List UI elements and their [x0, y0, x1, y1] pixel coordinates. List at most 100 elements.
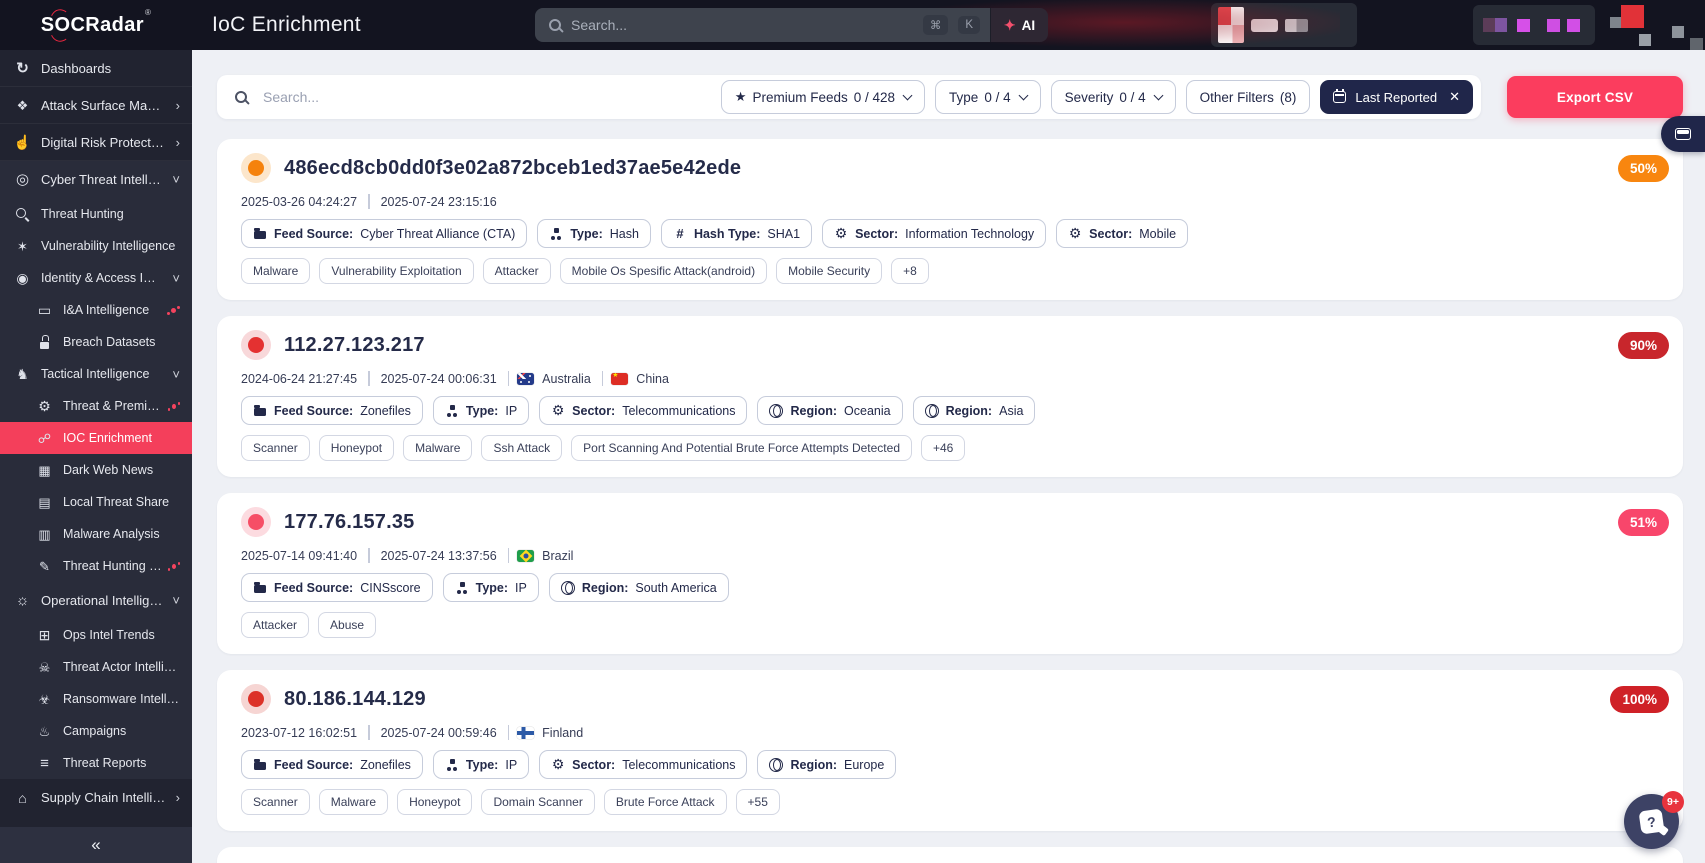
badge-label: Feed Source:	[274, 580, 354, 595]
sidebar-item[interactable]: Identity & Access Intelligence ˅	[0, 262, 192, 294]
dates-row: 2025-07-14 09:41:40 2025-07-24 13:37:56 …	[241, 548, 1659, 563]
sidebar-item[interactable]: Tactical Intelligence ˅	[0, 358, 192, 390]
ioc-card[interactable]: 90% 112.27.123.217 2024-06-24 21:27:45 2…	[217, 316, 1683, 477]
sidebar-item[interactable]: Attack Surface Management ›	[0, 87, 192, 124]
chevron-down-icon	[1018, 90, 1029, 100]
tag-pill[interactable]: Brute Force Attack	[603, 789, 727, 815]
filter-dropdown[interactable]: ★ Premium Feeds 0 / 428	[720, 80, 926, 114]
badge-icon	[253, 758, 267, 772]
ioc-value[interactable]: 112.27.123.217	[284, 334, 425, 357]
sidebar-item-label: Breach Datasets	[63, 335, 156, 349]
ioc-search-input[interactable]: Search...	[263, 89, 319, 105]
sidebar-item-label: Ops Intel Trends	[63, 628, 155, 642]
tag-pill[interactable]: Malware	[318, 789, 389, 815]
ai-label: AI	[1021, 17, 1036, 33]
sidebar-item[interactable]: Dashboards	[0, 50, 192, 87]
tag-pill[interactable]: Scanner	[241, 435, 310, 461]
sidebar-item[interactable]: Threat Hunting Rules	[0, 550, 192, 582]
filter-dropdown[interactable]: Other Filters (8)	[1185, 80, 1311, 114]
sidebar-collapse-button[interactable]: «	[0, 827, 192, 863]
badge-label: Feed Source:	[274, 226, 354, 241]
sidebar-item[interactable]: Ransomware Intelligence	[0, 683, 192, 715]
attribute-badge: Feed Source: Cyber Threat Alliance (CTA)	[241, 219, 528, 248]
attribute-badges: Feed Source: Zonefiles Type: IP Sector: …	[241, 750, 1659, 779]
registered-mark: ®	[144, 7, 152, 17]
tag-pill[interactable]: Attacker	[241, 612, 310, 638]
global-search-input[interactable]: Search... ⌘ K	[535, 8, 990, 42]
tag-pill[interactable]: Malware	[403, 435, 473, 461]
help-button[interactable]: ? 9+	[1624, 791, 1684, 849]
risk-score-badge: 100%	[1610, 686, 1669, 713]
sidebar-item[interactable]: I&A Intelligence	[0, 294, 192, 326]
sidebar-item[interactable]: Ops Intel Trends	[0, 619, 192, 651]
tag-pill[interactable]: Mobile Os Spesific Attack(android)	[559, 258, 768, 284]
sidebar-item-label: Threat Reports	[63, 756, 147, 770]
badge-label: Sector:	[572, 403, 616, 418]
tag-pill[interactable]: Mobile Security	[776, 258, 883, 284]
severity-dot-core	[248, 160, 264, 176]
side-panel-tab[interactable]	[1661, 116, 1705, 152]
sidebar-item[interactable]: Cyber Threat Intelligence ˅	[0, 161, 192, 198]
chevron-icon: ˅	[172, 593, 180, 608]
tag-pill[interactable]: Abuse	[318, 612, 377, 638]
sidebar-item[interactable]: Breach Datasets	[0, 326, 192, 358]
search-icon	[549, 19, 561, 31]
sidebar-item[interactable]: Dark Web News	[0, 454, 192, 486]
sidebar-item[interactable]: Threat & Premium Feeds	[0, 390, 192, 422]
sidebar-item[interactable]: Malware Analysis	[0, 518, 192, 550]
tag-pill[interactable]: Vulnerability Exploitation	[319, 258, 474, 284]
sidebar-item[interactable]: Threat Actor Intelligence	[0, 651, 192, 683]
filter-dropdown[interactable]: Type 0 / 4	[935, 80, 1041, 114]
filter-dropdown[interactable]: Severity 0 / 4	[1050, 80, 1176, 114]
ioc-value[interactable]: 80.186.144.129	[284, 688, 426, 711]
ioc-value[interactable]: 486ecd8cb0dd0f3e02a872bceb1ed37ae5e42ede	[284, 157, 741, 180]
export-csv-button[interactable]: Export CSV	[1507, 76, 1683, 118]
badge-value: Asia	[999, 403, 1024, 418]
sidebar-item[interactable]: Campaigns	[0, 715, 192, 747]
tag-pill[interactable]: Domain Scanner	[481, 789, 595, 815]
ioc-card[interactable]: 50% 486ecd8cb0dd0f3e02a872bceb1ed37ae5e4…	[217, 139, 1683, 300]
sidebar-item[interactable]: Operational Intelligence ˅	[0, 582, 192, 619]
tag-pill[interactable]: Attacker	[482, 258, 551, 284]
ioc-value[interactable]: 177.76.157.35	[284, 511, 415, 534]
country-name: Brazil	[542, 548, 574, 563]
sidebar-item-icon	[14, 60, 31, 77]
sidebar-item[interactable]: IOC Enrichment	[0, 422, 192, 454]
logo-text: SOCRadar®	[40, 7, 152, 36]
sidebar-item[interactable]: Local Threat Share	[0, 486, 192, 518]
ioc-card[interactable]: 51% 177.76.157.35 2025-07-14 09:41:40 20…	[217, 493, 1683, 654]
badge-value: Europe	[844, 757, 885, 772]
chevron-icon: ˅	[172, 172, 180, 187]
severity-dot	[241, 330, 271, 360]
tag-pill[interactable]: +46	[921, 435, 966, 461]
ai-assistant-button[interactable]: ✦ AI	[990, 8, 1048, 42]
sidebar-nav: Dashboards Attack Surface Management › D…	[0, 50, 192, 816]
badge-icon	[551, 404, 565, 418]
tag-pill[interactable]: Port Scanning And Potential Brute Force …	[571, 435, 912, 461]
close-icon[interactable]: ✕	[1449, 89, 1460, 105]
last-reported-filter[interactable]: Last Reported ✕	[1320, 80, 1473, 114]
tag-pill[interactable]: +55	[735, 789, 780, 815]
sidebar-item-icon	[36, 334, 53, 351]
tag-pill[interactable]: Ssh Attack	[481, 435, 563, 461]
redacted-pixels	[1218, 7, 1244, 43]
tag-pill[interactable]: Malware	[241, 258, 311, 284]
chevron-down-icon	[902, 90, 913, 100]
sidebar-item-icon	[36, 755, 53, 772]
tag-pill[interactable]: +8	[891, 258, 929, 284]
sidebar-item-icon	[36, 558, 53, 575]
tag-pill[interactable]: Scanner	[241, 789, 310, 815]
sidebar-item[interactable]: Digital Risk Protection ›	[0, 124, 192, 161]
sidebar-item[interactable]: Threat Reports	[0, 747, 192, 779]
sidebar-item[interactable]: Vulnerability Intelligence	[0, 230, 192, 262]
tag-pill[interactable]: Honeypot	[318, 435, 395, 461]
sidebar-item[interactable]: Supply Chain Intelligence ›	[0, 779, 192, 816]
ioc-card[interactable]: 100% 80.186.144.129 2023-07-12 16:02:51 …	[217, 670, 1683, 831]
sidebar-item-label: Attack Surface Management	[41, 97, 166, 113]
risk-score-badge: 90%	[1617, 332, 1669, 359]
country: China	[601, 371, 669, 386]
socradar-logo[interactable]: SOCRadar®	[0, 0, 192, 50]
sidebar-item[interactable]: Threat Hunting	[0, 198, 192, 230]
tag-list: Scanner Honeypot Malware Ssh Attack Port Sca…	[241, 435, 1659, 461]
tag-pill[interactable]: Honeypot	[397, 789, 473, 815]
